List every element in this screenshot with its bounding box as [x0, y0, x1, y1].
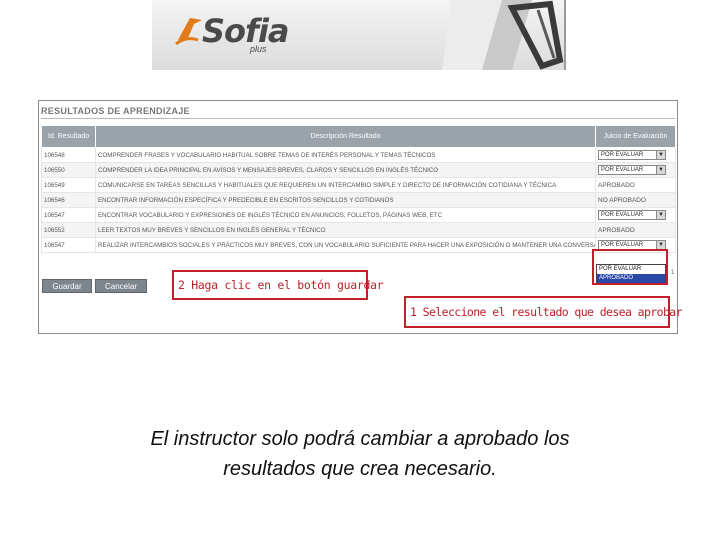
result-id: 106550: [41, 162, 96, 178]
result-description: COMPRENDER LA IDEA PRINCIPAL EN AVISOS Y…: [95, 162, 596, 178]
callout-step-2: 2 Haga clic en el botón guardar: [172, 270, 384, 300]
header-banner: Sofia plus: [152, 0, 566, 70]
select-highlight-box: [592, 249, 668, 285]
logo-sub: plus: [250, 44, 267, 54]
evaluation-select[interactable]: POR EVALUAR ▼: [598, 165, 666, 175]
title-divider: [41, 118, 675, 119]
table-row: 106552 LEER TEXTOS MUY BREVES Y SENCILLO…: [41, 222, 676, 238]
evaluation-select-value: POR EVALUAR: [601, 212, 644, 218]
result-id: 106546: [41, 192, 96, 208]
evaluation-select[interactable]: POR EVALUAR ▼: [598, 210, 666, 220]
evaluation-select-value: POR EVALUAR: [601, 167, 644, 173]
evaluation-cell: POR EVALUAR ▼: [595, 207, 676, 223]
banner-decoration-icon: [442, 0, 564, 70]
result-id: 106549: [41, 177, 96, 193]
table-row: 106547 ENCONTRAR VOCABULARIO Y EXPRESION…: [41, 207, 676, 223]
table-row: 106550 COMPRENDER LA IDEA PRINCIPAL EN A…: [41, 162, 676, 178]
caption-line-2: resultados que crea necesario.: [223, 458, 497, 480]
evaluation-status: APROBADO: [595, 177, 676, 193]
evaluation-cell: POR EVALUAR ▼: [595, 162, 676, 178]
callout-step-1: 1 Seleccione el resultado que desea apro…: [404, 296, 683, 328]
cancel-button[interactable]: Cancelar: [95, 279, 147, 293]
result-description: LEER TEXTOS MUY BREVES Y SENCILLOS EN IN…: [95, 222, 596, 238]
table-row: 106548 COMPRENDER FRASES Y VOCABULARIO H…: [41, 147, 676, 163]
table-row: 106547 REALIZAR INTERCAMBIOS SOCIALES Y …: [41, 237, 676, 253]
save-button[interactable]: Guardar: [42, 279, 92, 293]
slide-caption: El instructor solo podrá cambiar a aprob…: [60, 424, 660, 484]
table-header-row: Id. Resultado Descripción Resultado Juic…: [41, 125, 676, 148]
evaluation-select[interactable]: POR EVALUAR ▼: [598, 150, 666, 160]
result-description: ENCONTRAR VOCABULARIO Y EXPRESIONES DE I…: [95, 207, 596, 223]
table-row: 106546 ENCONTRAR INFORMACIÓN ESPECÍFICA …: [41, 192, 676, 208]
section-title: RESULTADOS DE APRENDIZAJE: [41, 106, 190, 116]
chevron-down-icon[interactable]: ▼: [656, 151, 665, 159]
evaluation-status: NO APROBADO: [595, 192, 676, 208]
result-id: 106547: [41, 237, 96, 253]
result-description: COMPRENDER FRASES Y VOCABULARIO HABITUAL…: [95, 147, 596, 163]
evaluation-select-value: POR EVALUAR: [601, 152, 644, 158]
chevron-down-icon[interactable]: ▼: [656, 166, 665, 174]
logo-text: Sofia: [202, 12, 290, 50]
column-header-id: Id. Resultado: [41, 125, 96, 148]
result-description: REALIZAR INTERCAMBIOS SOCIALES Y PRÁCTIC…: [95, 237, 596, 253]
evaluation-status: APROBADO: [595, 222, 676, 238]
result-id: 106552: [41, 222, 96, 238]
result-id: 106548: [41, 147, 96, 163]
side-mark: 1: [671, 270, 675, 276]
result-description: ENCONTRAR INFORMACIÓN ESPECÍFICA Y PREDE…: [95, 192, 596, 208]
chevron-down-icon[interactable]: ▼: [656, 241, 665, 249]
column-header-evaluation: Juicio de Evaluación: [595, 125, 676, 148]
result-description: COMUNICARSE EN TAREAS SENCILLAS Y HABITU…: [95, 177, 596, 193]
evaluation-cell: POR EVALUAR ▼: [595, 147, 676, 163]
result-id: 106547: [41, 207, 96, 223]
caption-line-1: El instructor solo podrá cambiar a aprob…: [150, 428, 570, 450]
column-header-description: Descripción Resultado: [95, 125, 596, 148]
evaluation-select-value: POR EVALUAR: [601, 242, 644, 248]
results-table: Id. Resultado Descripción Resultado Juic…: [41, 125, 676, 253]
table-row: 106549 COMUNICARSE EN TAREAS SENCILLAS Y…: [41, 177, 676, 193]
chevron-down-icon[interactable]: ▼: [656, 211, 665, 219]
